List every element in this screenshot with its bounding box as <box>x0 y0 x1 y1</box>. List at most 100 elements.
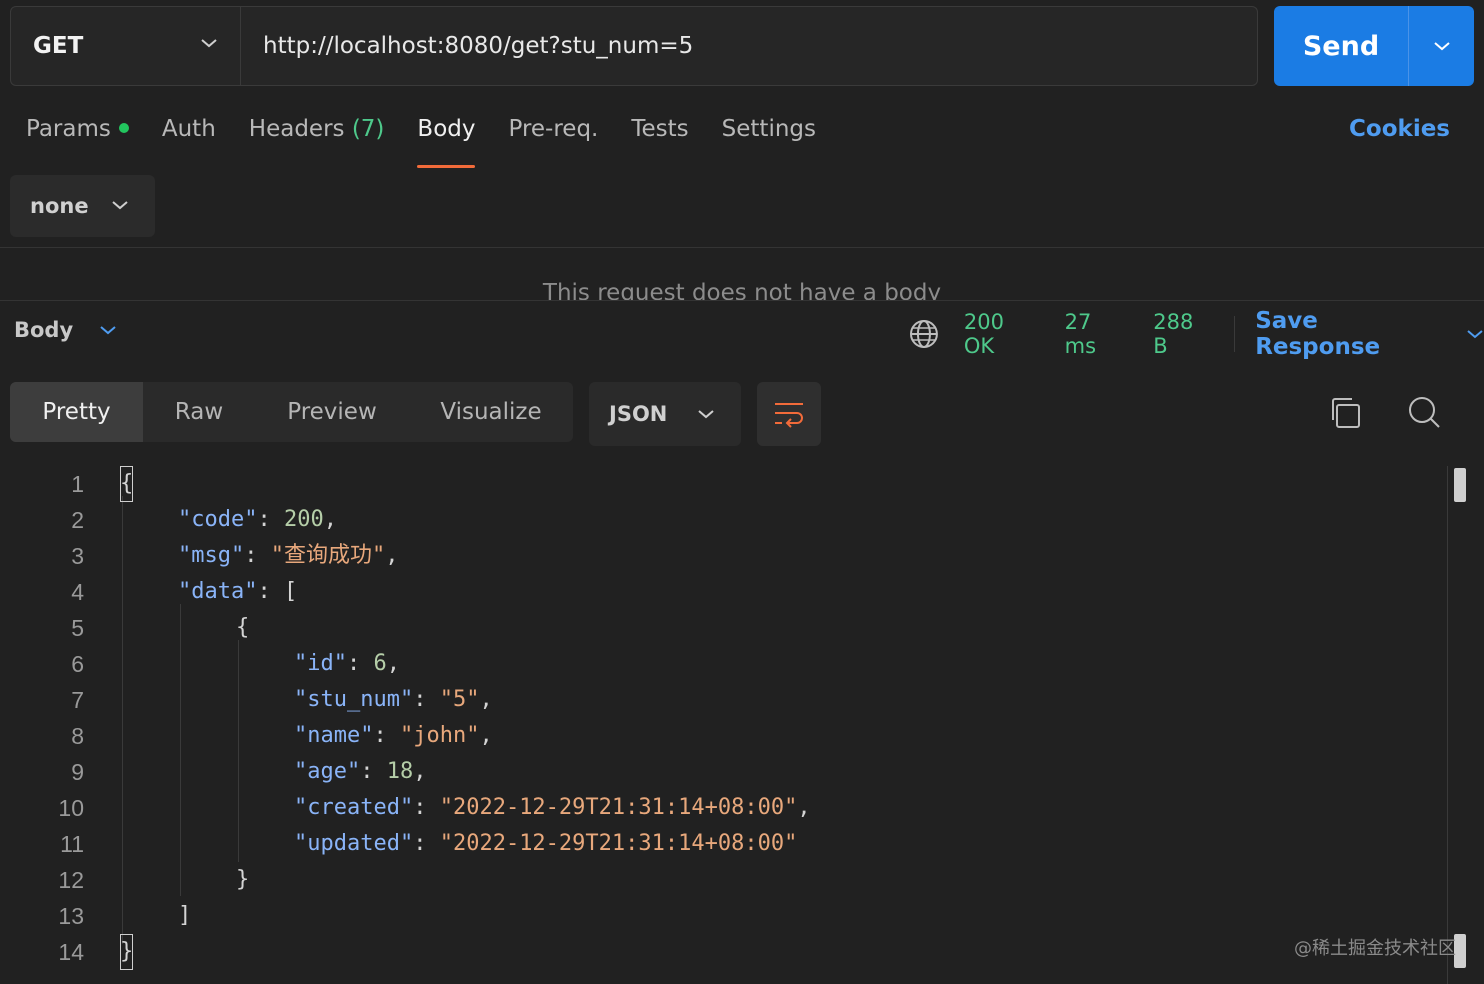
json-brace: } <box>120 934 134 970</box>
response-time[interactable]: 27 ms <box>1065 310 1130 358</box>
code-line: 14} <box>0 934 1444 970</box>
code-line: 4 "data": [ <box>0 574 1444 610</box>
json-key: "created" <box>294 795 414 820</box>
response-section-toggle[interactable]: Body <box>14 318 117 342</box>
code-line: 11 "updated": "2022-12-29T21:31:14+08:00" <box>0 826 1444 862</box>
tab-body[interactable]: Body <box>417 116 476 168</box>
tab-pretty[interactable]: Pretty <box>10 382 143 442</box>
json-value: 18 <box>386 759 414 784</box>
line-number: 1 <box>71 471 84 497</box>
tab-raw[interactable]: Raw <box>143 382 255 442</box>
wrap-lines-button[interactable] <box>757 382 821 446</box>
params-indicator-dot <box>118 122 129 133</box>
json-value: "2022-12-29T21:31:14+08:00" <box>439 831 798 856</box>
wrap-lines-icon <box>775 403 803 428</box>
tab-settings[interactable]: Settings <box>722 116 816 168</box>
json-key: "code" <box>178 507 258 532</box>
format-select[interactable]: JSON <box>589 382 741 446</box>
json-brace: { <box>120 466 134 502</box>
tab-preview[interactable]: Preview <box>255 382 409 442</box>
code-line: 10 "created": "2022-12-29T21:31:14+08:00"… <box>0 790 1444 826</box>
body-type-label: none <box>30 194 89 218</box>
code-line: 1{ <box>0 466 1444 502</box>
headers-count: (7) <box>351 116 385 142</box>
send-options-button[interactable] <box>1408 6 1474 86</box>
save-response-button[interactable]: Save Response <box>1255 308 1484 360</box>
send-label: Send <box>1302 30 1380 62</box>
request-tabs: Params Auth Headers (7) Body Pre-req. Te… <box>26 116 849 168</box>
code-line: 8 "name": "john", <box>0 718 1444 754</box>
save-response-label: Save Response <box>1255 308 1381 360</box>
watermark: @稀土掘金技术社区 <box>1294 938 1456 959</box>
request-bar: GET http://localhost:8080/get?stu_num=5 <box>10 6 1258 86</box>
response-meta: 200 OK 27 ms 288 B Save Response <box>908 308 1484 360</box>
json-key: "updated" <box>294 831 414 856</box>
search-icon[interactable] <box>1406 394 1442 430</box>
chevron-down-icon <box>1467 330 1483 339</box>
line-number: 13 <box>58 903 84 929</box>
response-code-viewer[interactable]: 1{ 2 "code": 200, 3 "msg": "查询成功", 4 "data"… <box>0 466 1444 984</box>
line-number: 11 <box>60 831 84 857</box>
tab-params-label: Params <box>26 116 111 142</box>
format-label: JSON <box>609 402 668 426</box>
json-value: "john" <box>399 723 480 748</box>
copy-icon[interactable] <box>1328 396 1362 430</box>
tab-prereq[interactable]: Pre-req. <box>508 116 598 168</box>
line-number: 9 <box>71 759 84 785</box>
chevron-down-icon <box>1433 42 1450 51</box>
line-number: 3 <box>71 543 84 569</box>
chevron-down-icon <box>698 410 714 419</box>
divider <box>0 247 1484 248</box>
no-body-message: This request does not have a body <box>542 280 942 300</box>
response-section-label: Body <box>14 318 74 342</box>
scrollbar-thumb[interactable] <box>1454 468 1466 502</box>
line-number: 7 <box>71 687 84 713</box>
tab-headers-label: Headers <box>248 116 345 142</box>
json-value: "2022-12-29T21:31:14+08:00" <box>439 795 798 820</box>
cookies-link[interactable]: Cookies <box>1349 116 1450 142</box>
tab-visualize[interactable]: Visualize <box>409 382 573 442</box>
line-number: 12 <box>58 867 84 893</box>
code-line: 5{ <box>0 610 1444 646</box>
send-button[interactable]: Send <box>1274 6 1474 86</box>
line-number: 14 <box>58 939 84 965</box>
json-key: "stu_num" <box>294 687 414 712</box>
line-number: 8 <box>71 723 84 749</box>
json-value: "查询成功" <box>270 543 386 568</box>
tab-headers[interactable]: Headers (7) <box>249 116 385 168</box>
json-key: "msg" <box>178 543 245 568</box>
code-line: 6 "id": 6, <box>0 646 1444 682</box>
chevron-down-icon <box>100 326 116 335</box>
json-key: "name" <box>294 723 374 748</box>
chevron-down-icon <box>201 39 217 48</box>
line-number: 6 <box>71 651 84 677</box>
code-line: 9 "age": 18, <box>0 754 1444 790</box>
line-number: 4 <box>71 579 84 605</box>
response-size[interactable]: 288 B <box>1153 310 1214 358</box>
json-value: 200 <box>283 507 324 532</box>
json-value: 6 <box>373 651 387 676</box>
json-key: "data" <box>178 579 258 604</box>
tab-params[interactable]: Params <box>26 116 129 168</box>
json-value: "5" <box>439 687 480 712</box>
line-number: 2 <box>71 507 84 533</box>
scrollbar-track[interactable] <box>1447 466 1448 984</box>
globe-icon[interactable] <box>908 318 940 350</box>
json-key: "age" <box>294 759 361 784</box>
url-input[interactable]: http://localhost:8080/get?stu_num=5 <box>241 7 1257 85</box>
code-line: 3 "msg": "查询成功", <box>0 538 1444 574</box>
code-line: 13] <box>0 898 1444 934</box>
method-select[interactable]: GET <box>11 7 241 85</box>
line-number: 5 <box>71 615 84 641</box>
line-number: 10 <box>58 795 84 821</box>
body-type-select[interactable]: none <box>10 175 155 237</box>
tab-tests[interactable]: Tests <box>631 116 688 168</box>
json-key: "id" <box>294 651 347 676</box>
divider[interactable] <box>0 300 1484 301</box>
method-label: GET <box>33 33 84 59</box>
divider <box>1234 316 1236 352</box>
tab-auth[interactable]: Auth <box>162 116 216 168</box>
chevron-down-icon <box>112 201 128 210</box>
code-line: 2 "code": 200, <box>0 502 1444 538</box>
status-code[interactable]: 200 OK <box>964 310 1041 358</box>
